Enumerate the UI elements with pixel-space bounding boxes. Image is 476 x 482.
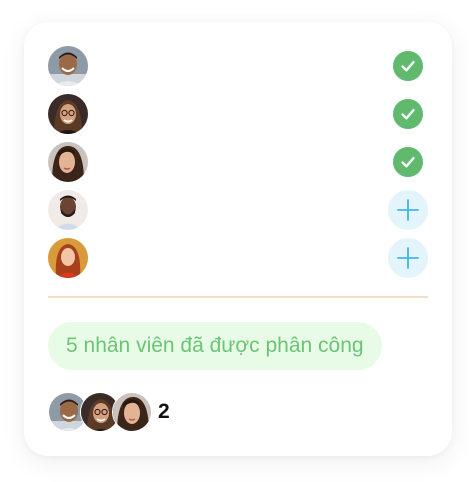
assignee-row bbox=[48, 142, 428, 182]
avatar-woman-glasses bbox=[48, 94, 88, 134]
avatar-man-smiling bbox=[48, 46, 88, 86]
assigned-check-button[interactable] bbox=[393, 99, 423, 129]
avatar-woman-dark-hair bbox=[112, 392, 152, 432]
check-icon bbox=[401, 109, 415, 120]
divider bbox=[48, 296, 428, 298]
avatar-woman-dark-hair bbox=[48, 142, 88, 182]
plus-icon bbox=[397, 247, 419, 269]
check-icon bbox=[401, 61, 415, 72]
assigned-avatar-stack[interactable]: 2 bbox=[48, 392, 248, 432]
assigned-summary-badge: 5 nhân viên đã được phân công bbox=[48, 322, 382, 370]
check-icon bbox=[401, 157, 415, 168]
plus-icon bbox=[397, 199, 419, 221]
assignee-row bbox=[48, 46, 428, 86]
assignee-row bbox=[48, 94, 428, 134]
assigned-check-button[interactable] bbox=[393, 51, 423, 81]
add-assignee-button[interactable] bbox=[388, 238, 428, 278]
assignee-row bbox=[48, 238, 428, 278]
avatar-man-beard bbox=[48, 190, 88, 230]
assigned-check-button[interactable] bbox=[393, 147, 423, 177]
avatar-woman-red-hair bbox=[48, 238, 88, 278]
screen: 5 nhân viên đã được phân công 2 bbox=[0, 0, 476, 482]
extra-assignee-count: 2 bbox=[158, 400, 170, 423]
assignee-row bbox=[48, 190, 428, 230]
assignment-card: 5 nhân viên đã được phân công 2 bbox=[24, 22, 452, 456]
add-assignee-button[interactable] bbox=[388, 190, 428, 230]
